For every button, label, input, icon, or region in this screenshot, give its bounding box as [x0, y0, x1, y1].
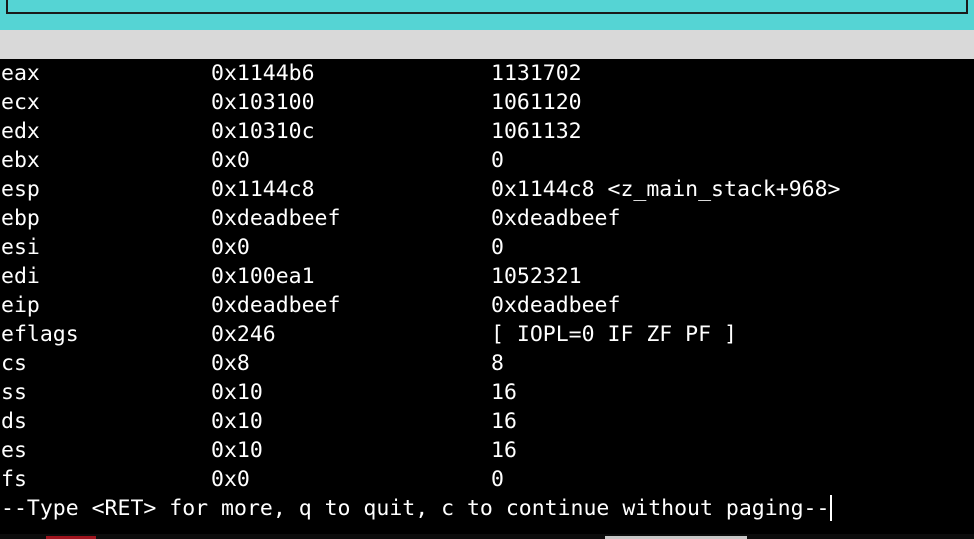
pager-prompt-text: --Type <RET> for more, q to quit, c to c…: [1, 496, 830, 521]
register-row: fs 0x0 0: [0, 465, 974, 494]
register-row: eip 0xdeadbeef 0xdeadbeef: [0, 291, 974, 320]
pager-prompt-line[interactable]: --Type <RET> for more, q to quit, c to c…: [0, 494, 833, 524]
register-natural-value: 16: [491, 438, 517, 463]
register-natural-value: 1131702: [491, 61, 582, 86]
register-natural-value: 0xdeadbeef: [491, 206, 621, 231]
register-hex-value: 0xdeadbeef: [211, 206, 341, 231]
register-name: fs: [1, 467, 27, 492]
register-row: ecx 0x103100 1061120: [0, 88, 974, 117]
register-name: edi: [1, 264, 40, 289]
register-row: ss 0x10 16: [0, 378, 974, 407]
register-name: eflags: [1, 322, 79, 347]
register-hex-value: 0x10310c: [211, 119, 315, 144]
tui-status-bar: remote Thread 1.1 In:: [0, 30, 974, 86]
register-natural-value: 1061120: [491, 90, 582, 115]
register-natural-value: 1061132: [491, 119, 582, 144]
register-hex-value: 0x1144c8: [211, 177, 315, 202]
register-hex-value: 0x10: [211, 380, 263, 405]
register-name: eax: [1, 61, 40, 86]
register-natural-value: 0x1144c8 <z_main_stack+968>: [491, 177, 841, 202]
register-name: cs: [1, 351, 27, 376]
register-row: ds 0x10 16: [0, 407, 974, 436]
register-natural-value: 8: [491, 351, 504, 376]
register-natural-value: 16: [491, 409, 517, 434]
register-hex-value: 0x100ea1: [211, 264, 315, 289]
register-hex-value: 0x0: [211, 148, 250, 173]
tui-source-window: [0, 0, 974, 30]
register-name: ebx: [1, 148, 40, 173]
register-name: ss: [1, 380, 27, 405]
register-name: esi: [1, 235, 40, 260]
register-name: edx: [1, 119, 40, 144]
register-row: edx 0x10310c 1061132: [0, 117, 974, 146]
register-natural-value: 1052321: [491, 264, 582, 289]
register-name: ecx: [1, 90, 40, 115]
register-natural-value: 0xdeadbeef: [491, 293, 621, 318]
register-hex-value: 0x246: [211, 322, 276, 347]
register-row: esi 0x0 0: [0, 233, 974, 262]
register-hex-value: 0x10: [211, 438, 263, 463]
register-hex-value: 0x0: [211, 467, 250, 492]
register-row: esp 0x1144c8 0x1144c8 <z_main_stack+968>: [0, 175, 974, 204]
register-hex-value: 0x103100: [211, 90, 315, 115]
terminal-bottom-edge: [0, 534, 974, 539]
register-name: es: [1, 438, 27, 463]
register-natural-value: 0: [491, 235, 504, 260]
register-row: eflags 0x246 [ IOPL=0 IF ZF PF ]: [0, 320, 974, 349]
register-hex-value: 0x8: [211, 351, 250, 376]
register-hex-value: 0x10: [211, 409, 263, 434]
register-hex-value: 0x0: [211, 235, 250, 260]
register-row: ebx 0x0 0: [0, 146, 974, 175]
register-row: eax 0x1144b6 1131702: [0, 59, 974, 88]
register-name: eip: [1, 293, 40, 318]
tui-window-border: [6, 0, 968, 14]
register-row: edi 0x100ea1 1052321: [0, 262, 974, 291]
register-hex-value: 0xdeadbeef: [211, 293, 341, 318]
register-row: cs 0x8 8: [0, 349, 974, 378]
register-natural-value: [ IOPL=0 IF ZF PF ]: [491, 322, 737, 347]
register-name: esp: [1, 177, 40, 202]
register-hex-value: 0x1144b6: [211, 61, 315, 86]
register-list: eax 0x1144b6 1131702 ecx 0x103100 106112…: [0, 59, 974, 494]
register-natural-value: 16: [491, 380, 517, 405]
register-natural-value: 0: [491, 148, 504, 173]
register-name: ebp: [1, 206, 40, 231]
register-natural-value: 0: [491, 467, 504, 492]
register-row: ebp 0xdeadbeef 0xdeadbeef: [0, 204, 974, 233]
register-row: es 0x10 16: [0, 436, 974, 465]
text-cursor: [830, 495, 833, 521]
register-name: ds: [1, 409, 27, 434]
